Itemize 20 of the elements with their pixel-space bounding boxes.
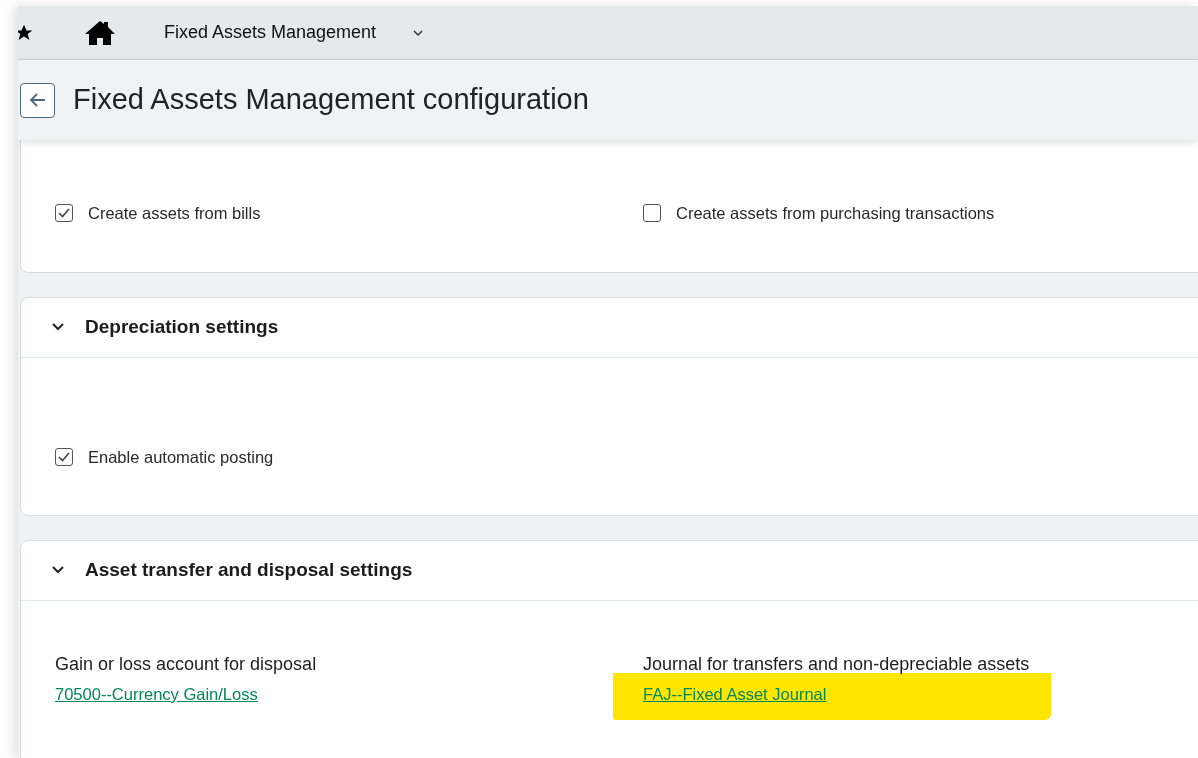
chevron-down-icon[interactable] (412, 28, 425, 37)
arrow-left-icon (28, 92, 47, 108)
chevron-down-icon[interactable] (51, 565, 65, 575)
checkbox-label: Create assets from purchasing transactions (676, 203, 995, 224)
module-name[interactable]: Fixed Assets Management (164, 19, 377, 46)
checkbox-label: Create assets from bills (88, 203, 261, 224)
checkbox-label: Enable automatic posting (88, 446, 274, 468)
home-icon[interactable] (84, 19, 116, 46)
section-title: Depreciation settings (85, 315, 279, 339)
section-title: Asset transfer and disposal settings (85, 558, 413, 582)
checkbox[interactable] (55, 448, 73, 467)
field-link[interactable]: 70500--Currency Gain/Loss (55, 681, 258, 707)
checkbox[interactable] (643, 204, 661, 223)
back-button[interactable] (20, 82, 55, 118)
field-link[interactable]: FAJ--Fixed Asset Journal (643, 681, 827, 707)
chevron-down-icon[interactable] (51, 322, 65, 333)
field-label: Gain or loss account for disposal (55, 652, 317, 676)
checkbox[interactable] (55, 204, 73, 223)
field-label: Journal for transfers and non-depreciable assets (643, 652, 1030, 676)
page-title: Fixed Assets Management configuration (73, 82, 589, 118)
